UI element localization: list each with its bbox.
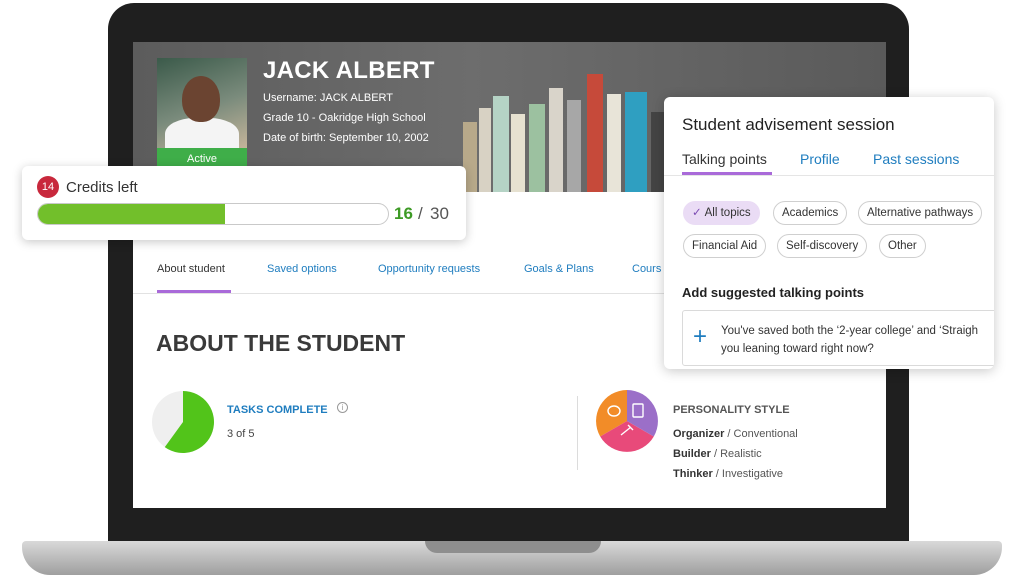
credits-count-badge: 14 bbox=[37, 176, 59, 198]
tab-courses[interactable]: Cours bbox=[632, 263, 661, 275]
student-avatar bbox=[157, 58, 247, 148]
chip-self-discovery[interactable]: Self-discovery bbox=[777, 234, 868, 258]
info-icon[interactable]: i bbox=[337, 402, 348, 413]
tab-talking-points[interactable]: Talking points bbox=[682, 151, 767, 167]
chip-other[interactable]: Other bbox=[879, 234, 926, 258]
tab-goals-plans[interactable]: Goals & Plans bbox=[524, 263, 594, 275]
credits-label: Credits left bbox=[66, 179, 138, 196]
tab-opportunity-requests[interactable]: Opportunity requests bbox=[378, 263, 480, 275]
suggested-point-item[interactable]: + You've saved both the ‘2-year college’… bbox=[682, 310, 994, 366]
tab-profile[interactable]: Profile bbox=[800, 151, 840, 167]
student-grade-school: Grade 10 - Oakridge High School bbox=[263, 112, 426, 124]
student-dob: Date of birth: September 10, 2002 bbox=[263, 132, 429, 144]
chip-academics[interactable]: Academics bbox=[773, 201, 848, 225]
chip-all-topics[interactable]: ✓ All topics bbox=[683, 201, 760, 225]
personality-item: Thinker / Investigative bbox=[673, 468, 784, 480]
check-icon: ✓ bbox=[692, 207, 702, 219]
personality-style-title: PERSONALITY STYLE bbox=[673, 404, 790, 416]
tasks-count: 3 of 5 bbox=[227, 428, 255, 440]
chip-financial-aid[interactable]: Financial Aid bbox=[683, 234, 767, 258]
laptop-notch bbox=[425, 541, 601, 553]
active-tab-indicator bbox=[157, 290, 231, 293]
section-divider bbox=[577, 396, 578, 470]
credits-card: 14 Credits left 16 / 30 bbox=[22, 166, 466, 240]
personality-item: Builder / Realistic bbox=[673, 448, 762, 460]
credits-separator: / bbox=[418, 204, 423, 223]
credits-progress-bar bbox=[37, 203, 389, 225]
chip-alternative-pathways[interactable]: Alternative pathways bbox=[858, 201, 983, 225]
personality-item: Organizer / Conventional bbox=[673, 428, 798, 440]
advisement-title: Student advisement session bbox=[682, 115, 895, 134]
tasks-complete-title: TASKS COMPLETE bbox=[227, 404, 328, 416]
tab-divider bbox=[664, 175, 994, 176]
personality-wheel bbox=[595, 389, 659, 458]
credits-progress-fill bbox=[38, 204, 225, 224]
tab-saved-options[interactable]: Saved options bbox=[267, 263, 337, 275]
credits-total: 30 bbox=[430, 204, 449, 223]
tab-about-student[interactable]: About student bbox=[157, 263, 225, 275]
plus-icon[interactable]: + bbox=[693, 325, 707, 349]
suggested-points-title: Add suggested talking points bbox=[682, 285, 865, 300]
credits-used: 16 bbox=[394, 204, 413, 223]
tasks-pie-chart bbox=[151, 390, 215, 459]
page-title: ABOUT THE STUDENT bbox=[156, 330, 406, 356]
suggested-point-text: You've saved both the ‘2-year college’ a… bbox=[721, 325, 979, 355]
student-username: Username: JACK ALBERT bbox=[263, 92, 394, 104]
laptop-base bbox=[22, 541, 1002, 575]
advisement-panel: Student advisement session Talking point… bbox=[664, 97, 994, 369]
student-name: JACK ALBERT bbox=[263, 57, 435, 84]
tab-past-sessions[interactable]: Past sessions bbox=[873, 151, 959, 167]
